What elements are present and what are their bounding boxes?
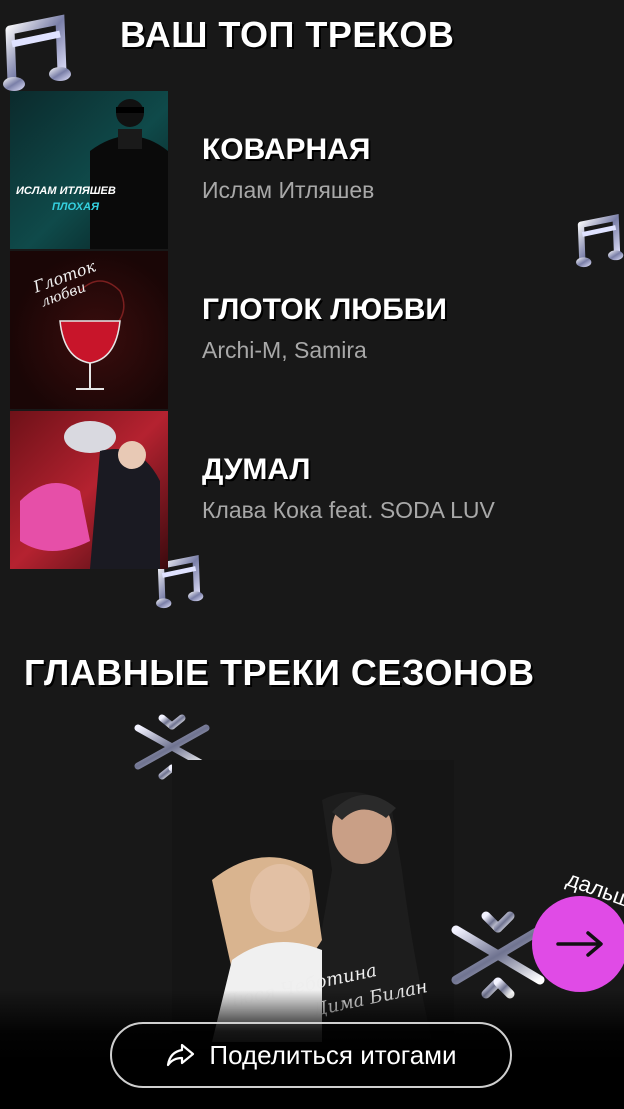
track-artist: Клава Кока feat. SODA LUV <box>202 497 495 523</box>
arrow-right-icon <box>556 931 603 957</box>
share-results-button[interactable]: Поделиться итогами <box>110 1022 512 1088</box>
section-title-top-tracks: ВАШ ТОП ТРЕКОВ <box>120 14 455 55</box>
album-cover <box>10 411 168 569</box>
album-cover: Глоток любви <box>10 251 168 409</box>
track-artist: Archi-M, Samira <box>202 337 367 363</box>
share-button-label: Поделиться итогами <box>209 1039 457 1070</box>
track-title: ГЛОТОК ЛЮБВИ <box>202 293 447 326</box>
track-item[interactable]: Глоток любви ГЛОТОК ЛЮБВИ Archi-M, Samir… <box>10 251 570 409</box>
track-artist: Ислам Итляшев <box>202 177 375 203</box>
track-title: ДУМАЛ <box>202 453 311 486</box>
track-item[interactable]: ДУМАЛ Клава Кока feat. SODA LUV <box>10 411 570 569</box>
share-icon <box>167 1043 195 1067</box>
cover-text: ПЛОХАЯ <box>52 201 100 213</box>
track-title: КОВАРНАЯ <box>202 133 371 166</box>
music-note-sticker <box>3 14 71 91</box>
next-button[interactable] <box>532 896 624 992</box>
album-cover: ИСЛАМ ИТЛЯШЕВ ПЛОХАЯ <box>10 91 168 249</box>
music-note-sticker <box>576 213 624 268</box>
cover-text: ИСЛАМ ИТЛЯШЕВ <box>16 185 116 197</box>
track-item[interactable]: ИСЛАМ ИТЛЯШЕВ ПЛОХАЯ КОВАРНАЯ Ислам Итля… <box>10 91 570 249</box>
section-title-season-tracks: ГЛАВНЫЕ ТРЕКИ СЕЗОНОВ <box>24 652 535 693</box>
